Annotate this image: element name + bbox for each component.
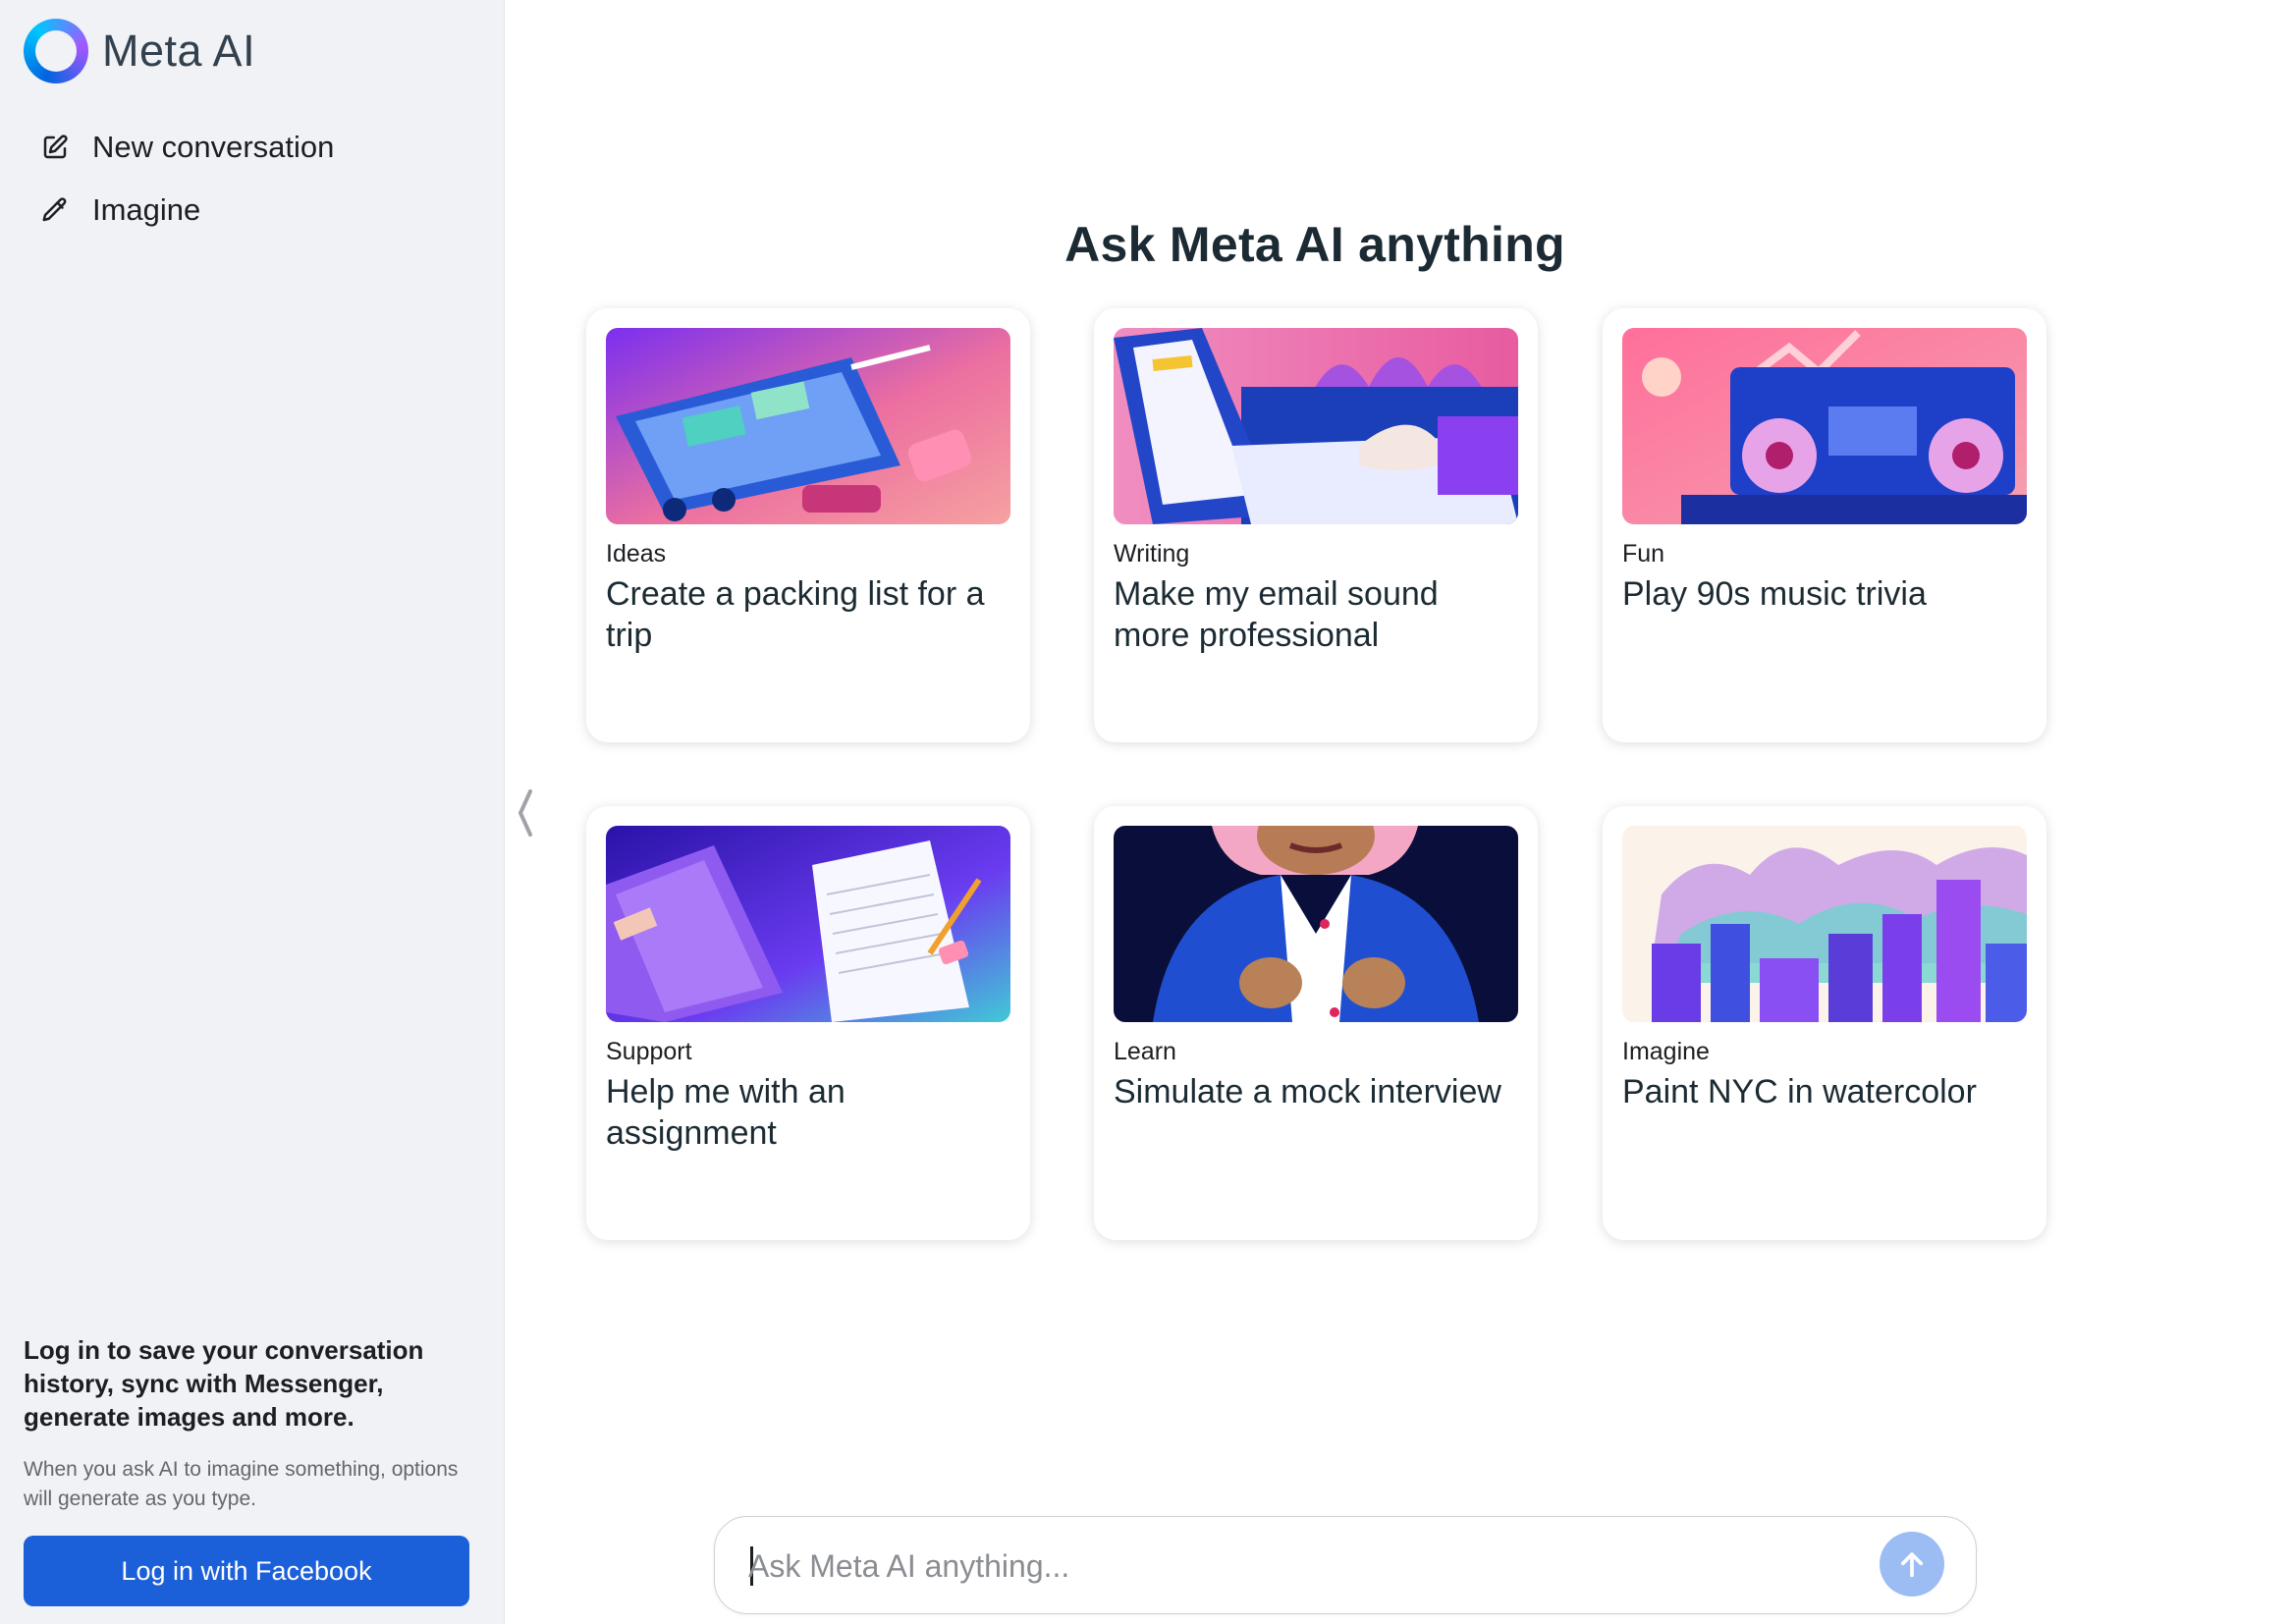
suggestion-card-ideas[interactable]: Ideas Create a packing list for a trip <box>586 308 1030 742</box>
meta-ai-logo-icon <box>24 19 88 83</box>
card-category: Support <box>606 1038 692 1065</box>
send-button[interactable] <box>1880 1532 1944 1597</box>
suitcase-illustration <box>606 328 1010 524</box>
login-with-facebook-button[interactable]: Log in with Facebook <box>24 1536 469 1606</box>
suggestion-card-support[interactable]: Support Help me with an assignment <box>586 806 1030 1240</box>
suggestion-card-learn[interactable]: Learn Simulate a mock interview <box>1094 806 1538 1240</box>
suggestion-card-imagine[interactable]: Imagine Paint NYC in watercolor <box>1603 806 2046 1240</box>
card-prompt: Help me with an assignment <box>606 1073 845 1152</box>
suggestion-card-writing[interactable]: Writing Make my email sound more profess… <box>1094 308 1538 742</box>
pencil-icon <box>39 194 71 226</box>
page-title: Ask Meta AI anything <box>1064 217 1565 272</box>
login-subtitle: When you ask AI to imagine something, op… <box>24 1458 459 1510</box>
sidebar-item-label: New conversation <box>92 130 335 164</box>
card-prompt: Simulate a mock interview <box>1114 1073 1501 1110</box>
login-panel: Log in to save your conversation history… <box>24 1333 469 1606</box>
message-composer <box>714 1516 1977 1614</box>
interviewee-illustration <box>1114 826 1518 1022</box>
card-prompt: Paint NYC in watercolor <box>1622 1073 1977 1110</box>
brand-name: Meta AI <box>102 26 256 76</box>
card-category: Learn <box>1114 1038 1176 1065</box>
sidebar: Meta AI New conversation Imagine Log in … <box>0 0 505 1624</box>
chevron-left-icon <box>518 789 532 837</box>
card-prompt: Create a packing list for a trip <box>606 575 985 654</box>
card-prompt: Make my email sound more professional <box>1114 575 1439 654</box>
sidebar-item-imagine[interactable]: Imagine <box>24 179 485 242</box>
card-prompt: Play 90s music trivia <box>1622 575 1927 613</box>
suggestion-card-fun[interactable]: Fun Play 90s music trivia <box>1603 308 2046 742</box>
login-title: Log in to save your conversation history… <box>24 1335 424 1432</box>
sidebar-nav: New conversation Imagine <box>24 116 485 242</box>
sidebar-item-new-conversation[interactable]: New conversation <box>24 116 485 179</box>
card-category: Fun <box>1622 540 1665 568</box>
laptop-illustration <box>1114 328 1518 524</box>
card-category: Writing <box>1114 540 1190 568</box>
city-watercolor-illustration <box>1622 826 2027 1022</box>
notebook-illustration <box>606 826 1010 1022</box>
brand[interactable]: Meta AI <box>24 18 255 84</box>
arrow-up-icon <box>1900 1552 1924 1578</box>
compose-icon <box>39 132 71 163</box>
boombox-illustration <box>1622 328 2027 524</box>
sidebar-item-label: Imagine <box>92 192 201 227</box>
ask-input[interactable] <box>748 1539 1878 1594</box>
card-category: Imagine <box>1622 1038 1710 1065</box>
card-category: Ideas <box>606 540 667 568</box>
collapse-sidebar-handle[interactable] <box>511 785 540 840</box>
